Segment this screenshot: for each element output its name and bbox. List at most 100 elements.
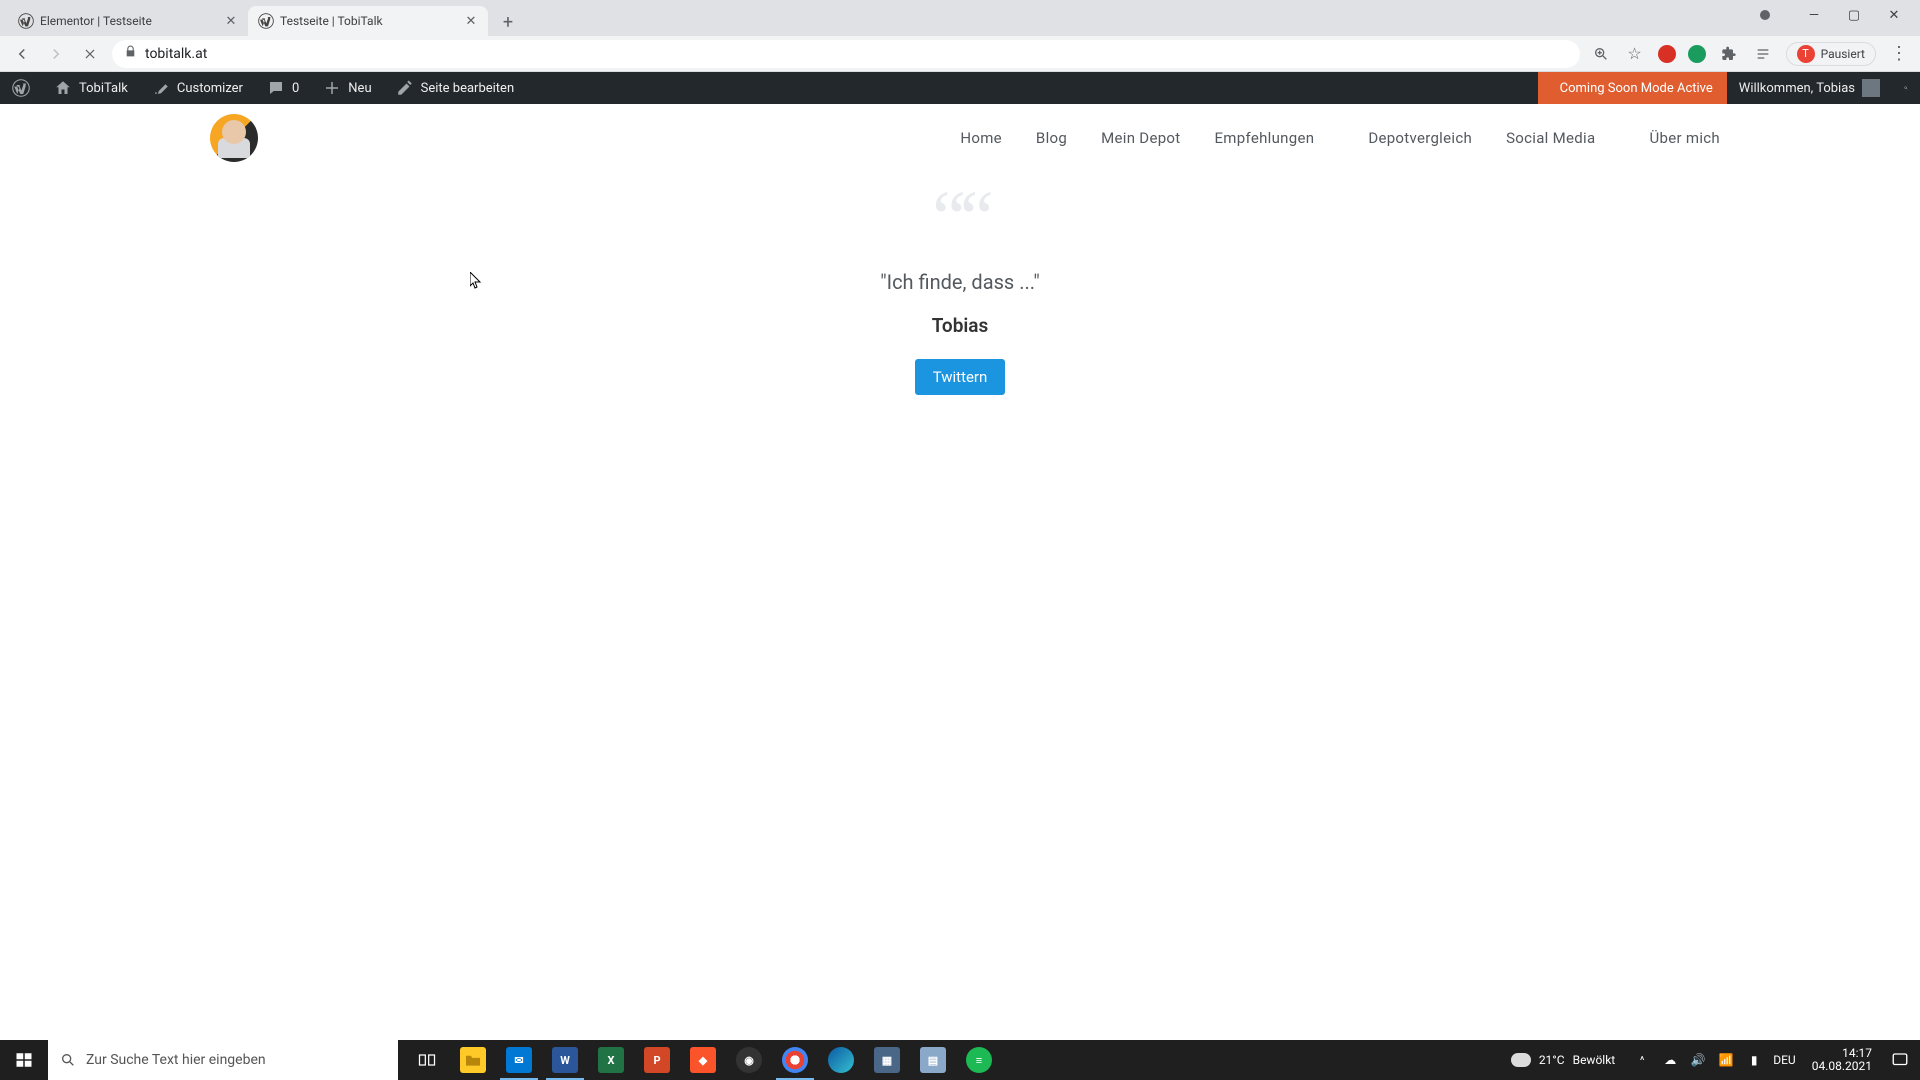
close-icon[interactable]: ✕: [464, 14, 478, 28]
quote-author: Tobias: [932, 314, 989, 337]
task-icons: ✉ W X P ◆ ◉ ▦ ▤ ≡: [404, 1040, 1002, 1080]
nav-depot-compare[interactable]: Depotvergleich: [1368, 129, 1472, 147]
tab-strip: Elementor | Testseite ✕ Testseite | Tobi…: [0, 0, 1920, 36]
wp-user-menu[interactable]: Willkommen, Tobias: [1727, 72, 1892, 104]
wp-site-home[interactable]: TobiTalk: [42, 72, 140, 104]
new-tab-button[interactable]: +: [494, 8, 522, 36]
url-text: tobitalk.at: [145, 46, 207, 62]
coming-soon-badge[interactable]: Coming Soon Mode Active: [1538, 72, 1727, 104]
profile-chip[interactable]: T Pausiert: [1786, 42, 1876, 66]
obs-icon[interactable]: ◉: [726, 1040, 772, 1080]
nav-depot[interactable]: Mein Depot: [1101, 129, 1180, 147]
volume-icon[interactable]: 🔊: [1689, 1053, 1707, 1067]
file-explorer-icon[interactable]: [450, 1040, 496, 1080]
cloud-icon: [1511, 1053, 1531, 1067]
home-icon: [54, 79, 72, 97]
address-bar-right: ☆ T Pausiert ⋮: [1590, 42, 1910, 66]
nav-about[interactable]: Über mich: [1649, 129, 1720, 147]
forward-icon: [44, 42, 68, 66]
wordpress-icon: [18, 13, 34, 29]
brave-icon[interactable]: ◆: [680, 1040, 726, 1080]
nav-blog[interactable]: Blog: [1036, 129, 1067, 147]
word-icon[interactable]: W: [542, 1040, 588, 1080]
plus-icon: [323, 79, 341, 97]
wp-comment-count: 0: [292, 81, 299, 96]
chrome-icon[interactable]: [772, 1040, 818, 1080]
wordpress-icon: [12, 79, 30, 97]
pencil-icon: [396, 79, 414, 97]
back-icon[interactable]: [10, 42, 34, 66]
page-content: ““ "Ich finde, dass ..." Tobias Twittern: [0, 172, 1920, 395]
clock[interactable]: 14:17 04.08.2021: [1806, 1047, 1878, 1073]
wp-site-name: TobiTalk: [79, 81, 128, 96]
brush-icon: [152, 79, 170, 97]
taskbar-search[interactable]: Zur Suche Text hier eingeben: [48, 1040, 398, 1080]
weather-widget[interactable]: 21°C Bewölkt: [1511, 1053, 1615, 1067]
wp-customizer[interactable]: Customizer: [140, 72, 255, 104]
nav-social[interactable]: Social Media: [1506, 129, 1595, 147]
notepad-icon[interactable]: ▤: [910, 1040, 956, 1080]
wp-comments[interactable]: 0: [255, 72, 311, 104]
battery-icon[interactable]: ▮: [1745, 1053, 1763, 1067]
address-bar: tobitalk.at ☆ T Pausiert ⋮: [0, 36, 1920, 72]
wp-logo[interactable]: [0, 72, 42, 104]
wp-new-label: Neu: [348, 81, 371, 96]
tab-title: Testseite | TobiTalk: [280, 14, 458, 28]
wordpress-icon: [258, 13, 274, 29]
reading-list-icon[interactable]: [1752, 43, 1774, 65]
search-placeholder: Zur Suche Text hier eingeben: [86, 1052, 266, 1068]
wp-customizer-label: Customizer: [177, 81, 243, 96]
spotify-icon[interactable]: ≡: [956, 1040, 1002, 1080]
zoom-icon[interactable]: [1590, 43, 1612, 65]
tab-title: Elementor | Testseite: [40, 14, 218, 28]
close-icon[interactable]: ✕: [224, 14, 238, 28]
wp-admin-bar: TobiTalk Customizer 0 Neu Seite bearbeit…: [0, 72, 1920, 104]
edge-icon[interactable]: [818, 1040, 864, 1080]
minimize-icon[interactable]: —: [1800, 1, 1828, 29]
powerpoint-icon[interactable]: P: [634, 1040, 680, 1080]
wifi-icon[interactable]: 📶: [1717, 1053, 1735, 1067]
mail-icon[interactable]: ✉: [496, 1040, 542, 1080]
url-input[interactable]: tobitalk.at: [112, 40, 1580, 68]
wp-edit-page[interactable]: Seite bearbeiten: [384, 72, 527, 104]
account-dot-icon[interactable]: [1760, 10, 1770, 20]
window-controls: — ▢ ✕: [1748, 0, 1920, 30]
onedrive-icon[interactable]: ☁: [1661, 1053, 1679, 1067]
nav-recommendations[interactable]: Empfehlungen: [1214, 129, 1314, 147]
profile-status: Pausiert: [1821, 47, 1865, 61]
extension-icon[interactable]: [1688, 45, 1706, 63]
quote-icon: ““: [932, 196, 987, 242]
tray-overflow-icon[interactable]: ^: [1633, 1054, 1651, 1067]
kebab-icon[interactable]: ⋮: [1888, 43, 1910, 65]
start-button[interactable]: [0, 1040, 48, 1080]
coming-soon-label: Coming Soon Mode Active: [1560, 81, 1713, 96]
weather-desc: Bewölkt: [1573, 1053, 1616, 1067]
comment-icon: [267, 79, 285, 97]
wp-new[interactable]: Neu: [311, 72, 383, 104]
star-icon[interactable]: ☆: [1624, 43, 1646, 65]
site-header: Home Blog Mein Depot Empfehlungen Depotv…: [0, 104, 1920, 172]
wp-search[interactable]: [1892, 72, 1920, 104]
lock-icon: [124, 45, 137, 62]
notifications-icon[interactable]: [1888, 1048, 1912, 1072]
browser-chrome: Elementor | Testseite ✕ Testseite | Tobi…: [0, 0, 1920, 72]
adblock-icon[interactable]: [1658, 45, 1676, 63]
quote-text: "Ich finde, dass ...": [880, 270, 1040, 294]
excel-icon[interactable]: X: [588, 1040, 634, 1080]
task-view-icon[interactable]: [404, 1040, 450, 1080]
close-icon[interactable]: ✕: [1880, 1, 1908, 29]
weather-temp: 21°C: [1539, 1053, 1565, 1067]
extensions-icon[interactable]: [1718, 43, 1740, 65]
browser-tab[interactable]: Elementor | Testseite ✕: [8, 6, 248, 36]
system-tray: 21°C Bewölkt ^ ☁ 🔊 📶 ▮ DEU 14:17 04.08.2…: [1503, 1040, 1920, 1080]
maximize-icon[interactable]: ▢: [1840, 1, 1868, 29]
site-nav: Home Blog Mein Depot Empfehlungen Depotv…: [960, 129, 1720, 147]
app-icon[interactable]: ▦: [864, 1040, 910, 1080]
tweet-button[interactable]: Twittern: [915, 359, 1006, 395]
stop-icon[interactable]: [78, 42, 102, 66]
language-indicator[interactable]: DEU: [1773, 1053, 1795, 1067]
taskbar: Zur Suche Text hier eingeben ✉ W X P ◆ ◉…: [0, 1040, 1920, 1080]
site-logo[interactable]: [210, 114, 258, 162]
browser-tab[interactable]: Testseite | TobiTalk ✕: [248, 6, 488, 36]
nav-home[interactable]: Home: [960, 129, 1002, 147]
